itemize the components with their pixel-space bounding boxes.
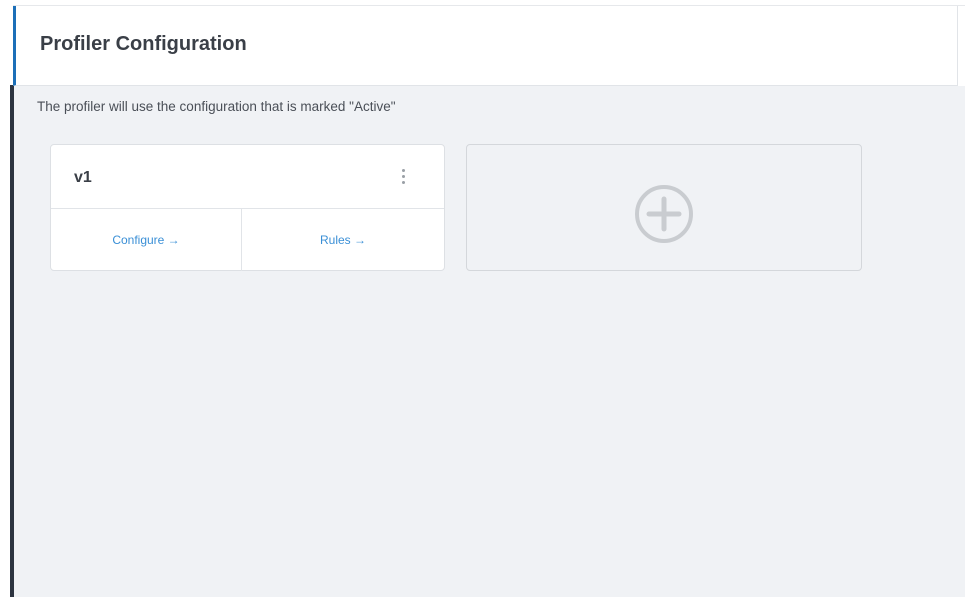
vertical-ellipsis-icon[interactable] (400, 167, 408, 187)
page-header: Profiler Configuration (13, 6, 958, 86)
header-edge (958, 6, 965, 86)
configure-link[interactable]: Configure → (51, 209, 242, 271)
app-root: Profiler Configuration The profiler will… (0, 0, 965, 597)
plus-circle-icon (635, 185, 693, 243)
rules-link[interactable]: Rules → (242, 209, 444, 271)
page-title: Profiler Configuration (40, 33, 247, 55)
info-text: The profiler will use the configuration … (37, 99, 396, 114)
add-configuration-button[interactable] (466, 144, 862, 271)
configuration-card: v1 Configure → Rules → (50, 144, 445, 271)
left-rail-dark-edge (10, 85, 14, 597)
configuration-name: v1 (74, 169, 92, 186)
card-actions: Configure → Rules → (51, 209, 444, 271)
